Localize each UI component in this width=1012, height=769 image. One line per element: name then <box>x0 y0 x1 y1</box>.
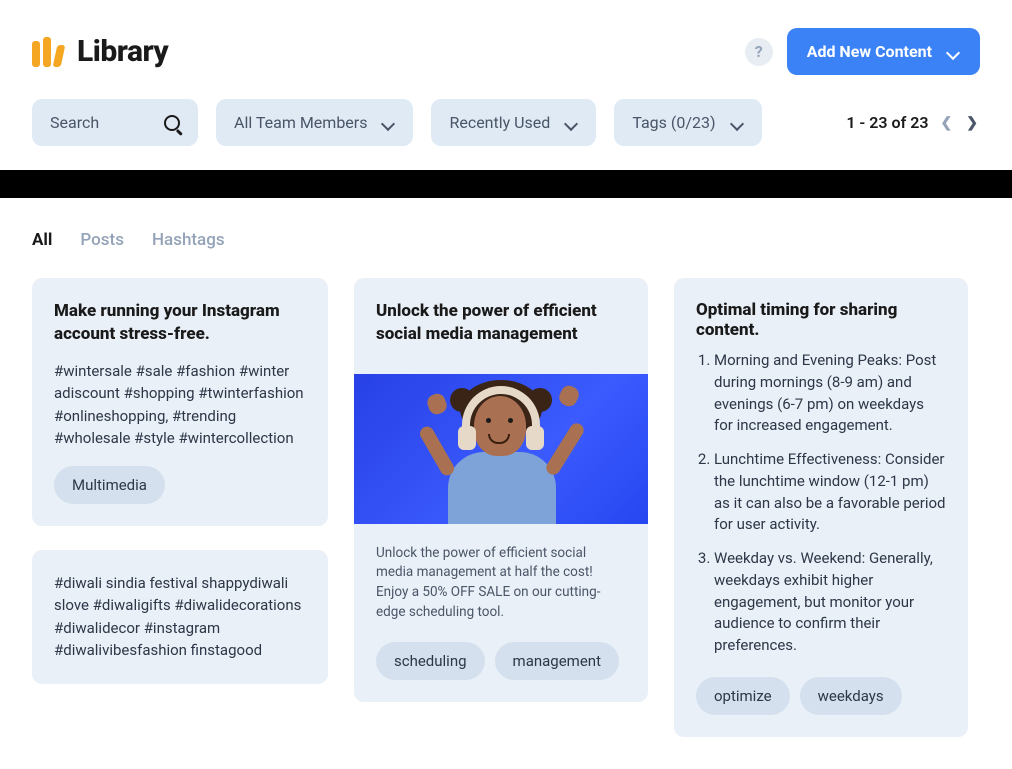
add-new-content-button[interactable]: Add New Content <box>787 28 980 75</box>
tag-pill[interactable]: management <box>495 642 619 680</box>
tag-pill[interactable]: optimize <box>696 677 790 715</box>
list-item: Weekday vs. Weekend: Generally, weekdays… <box>714 548 946 657</box>
tags-filter-label: Tags (0/23) <box>632 113 715 132</box>
pagination-text: 1 - 23 of 23 <box>846 113 928 132</box>
list-item: Morning and Evening Peaks: Post during m… <box>714 350 946 437</box>
list-item: Lunchtime Effectiveness: Consider the lu… <box>714 449 946 536</box>
team-filter[interactable]: All Team Members <box>216 99 413 146</box>
tab-all[interactable]: All <box>32 230 52 250</box>
chevron-down-icon <box>566 119 578 127</box>
pagination-prev[interactable]: ❮ <box>939 115 955 131</box>
logo-icon <box>32 37 63 67</box>
card-title: Unlock the power of efficient social med… <box>376 300 626 346</box>
chevron-down-icon <box>383 119 395 127</box>
tag-pill[interactable]: scheduling <box>376 642 485 680</box>
card-title: Make running your Instagram account stre… <box>54 300 306 346</box>
card-body: #wintersale #sale #fashion #winter adisc… <box>54 360 306 450</box>
divider-bar <box>0 170 1012 198</box>
page-title: Library <box>77 34 168 69</box>
card-list: Morning and Evening Peaks: Post during m… <box>674 350 968 667</box>
card-body: Unlock the power of efficient social med… <box>354 524 648 632</box>
sort-filter[interactable]: Recently Used <box>431 99 596 146</box>
content-card[interactable]: Unlock the power of efficient social med… <box>354 278 648 702</box>
search-icon <box>164 115 180 131</box>
content-card[interactable]: Optimal timing for sharing content. Morn… <box>674 278 968 737</box>
card-body: #diwali sindia festival shappydiwali slo… <box>54 572 306 662</box>
tab-hashtags[interactable]: Hashtags <box>152 230 225 250</box>
chevron-down-icon <box>948 48 960 56</box>
help-icon: ? <box>755 42 763 61</box>
sort-filter-label: Recently Used <box>449 113 550 132</box>
team-filter-label: All Team Members <box>234 113 367 132</box>
tag-pill[interactable]: Multimedia <box>54 466 165 504</box>
chevron-down-icon <box>732 119 744 127</box>
search-input-wrap[interactable] <box>32 99 198 146</box>
tags-filter[interactable]: Tags (0/23) <box>614 99 761 146</box>
help-button[interactable]: ? <box>745 38 773 66</box>
tag-pill[interactable]: weekdays <box>800 677 902 715</box>
content-card[interactable]: Make running your Instagram account stre… <box>32 278 328 526</box>
search-input[interactable] <box>50 113 148 132</box>
add-button-label: Add New Content <box>807 42 932 61</box>
pagination-next[interactable]: ❯ <box>964 115 980 131</box>
logo: Library <box>32 34 168 69</box>
card-title: Optimal timing for sharing content. <box>674 278 968 350</box>
tab-posts[interactable]: Posts <box>80 230 124 250</box>
content-card[interactable]: #diwali sindia festival shappydiwali slo… <box>32 550 328 684</box>
card-image <box>354 374 648 524</box>
